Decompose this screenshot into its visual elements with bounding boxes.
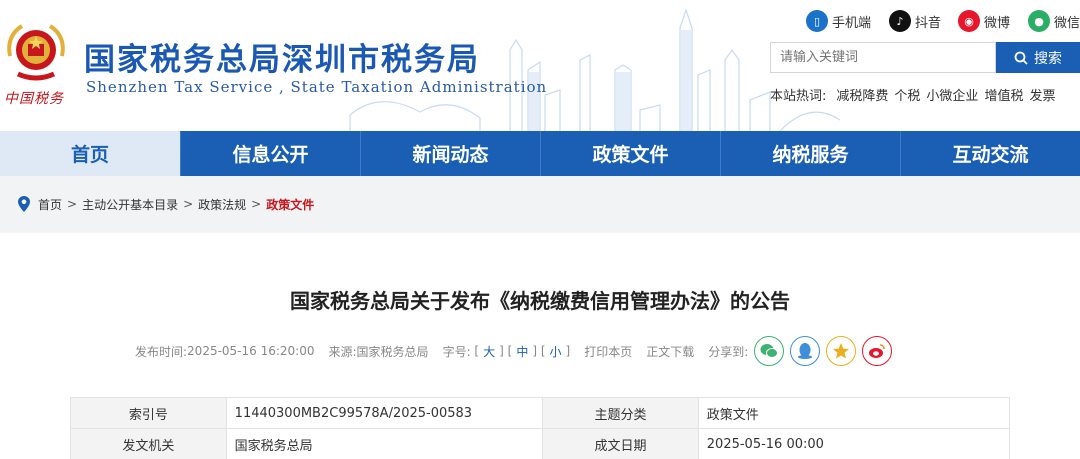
table-row: 发文机关 国家税务总局 成文日期 2025-05-16 00:00 [70, 428, 1011, 459]
hot-word-link[interactable]: 减税降费 [836, 85, 888, 104]
mobile-icon: ▯ [806, 10, 828, 32]
print-page-link[interactable]: 打印本页 [584, 343, 632, 360]
share-qzone-button[interactable] [826, 336, 857, 366]
tax-emblem-logo [7, 24, 65, 81]
info-value: 2025-05-16 00:00 [697, 428, 1011, 459]
mobile-link[interactable]: ▯ 手机端 [806, 10, 871, 32]
breadcrumb-current[interactable]: 政策文件 [266, 196, 314, 213]
douyin-icon: ♪ [889, 10, 911, 32]
weibo-icon [869, 344, 886, 358]
font-size-small-button[interactable]: 小 [550, 343, 562, 360]
article-meta: 发布时间: 2025-05-16 16:20:00 来源: 国家税务总局 字号:… [135, 336, 893, 366]
article-title: 国家税务总局关于发布《纳税缴费信用管理办法》的公告 [290, 289, 790, 313]
emblem-caption: 中国税务 [4, 91, 64, 107]
nav-item-info-disclosure[interactable]: 信息公开 [180, 131, 360, 176]
info-label: 发文机关 [70, 428, 227, 459]
qq-icon [798, 343, 813, 359]
star-icon [833, 343, 850, 359]
site-header: 中国税务 国家税务总局深圳市税务局 Shenzhen Tax Service ,… [0, 0, 1080, 131]
breadcrumb-catalog[interactable]: 主动公开基本目录 [82, 196, 178, 213]
info-label: 索引号 [70, 397, 227, 429]
nav-item-tax-service[interactable]: 纳税服务 [720, 131, 900, 176]
douyin-link[interactable]: ♪ 抖音 [889, 10, 941, 32]
breadcrumb-separator: > [67, 197, 78, 211]
table-row: 索引号 11440300MB2C99578A/2025-00583 主题分类 政… [70, 397, 1011, 429]
share-qq-button[interactable] [790, 336, 821, 366]
search-input[interactable] [770, 42, 996, 73]
hot-word-link[interactable]: 发票 [1029, 85, 1055, 104]
share-label: 分享到: [708, 344, 749, 359]
wechat-label: 微信 [1054, 15, 1080, 31]
hot-word-link[interactable]: 增值税 [984, 85, 1023, 104]
search-button-label: 搜索 [1034, 50, 1062, 67]
breadcrumb-separator: > [251, 197, 262, 211]
breadcrumb-home[interactable]: 首页 [38, 196, 62, 213]
hot-word-link[interactable]: 个税 [894, 85, 920, 104]
font-size-large-button[interactable]: 大 [483, 343, 495, 360]
source-value: 国家税务总局 [356, 344, 429, 359]
nav-item-interaction[interactable]: 互动交流 [900, 131, 1080, 176]
share-wechat-button[interactable] [754, 336, 785, 366]
info-value: 政策文件 [697, 397, 1011, 429]
info-label: 成文日期 [542, 428, 699, 459]
wechat-icon: ● [1028, 10, 1050, 32]
download-text-link[interactable]: 正文下载 [646, 343, 694, 360]
article-panel: 国家税务总局关于发布《纳税缴费信用管理办法》的公告 发布时间: 2025-05-… [0, 233, 1080, 459]
nav-item-home[interactable]: 首页 [0, 131, 180, 176]
publish-time: 2025-05-16 16:20:00 [187, 344, 315, 358]
search-button[interactable]: 搜索 [996, 42, 1080, 73]
info-label: 主题分类 [542, 397, 699, 429]
wechat-icon [760, 344, 779, 358]
search-icon [1014, 51, 1028, 65]
publish-time-label: 发布时间: [135, 344, 188, 359]
breadcrumb: 首页 > 主动公开基本目录 > 政策法规 > 政策文件 [18, 193, 314, 215]
info-value: 国家税务总局 [225, 428, 544, 459]
hot-words-label: 本站热词: [770, 89, 827, 104]
mobile-label: 手机端 [832, 15, 872, 31]
site-subtitle: Shenzhen Tax Service , State Taxation Ad… [86, 78, 548, 96]
nav-item-policy[interactable]: 政策文件 [540, 131, 720, 176]
main-nav: 首页 信息公开 新闻动态 政策文件 纳税服务 互动交流 [0, 131, 1080, 176]
hot-word-link[interactable]: 小微企业 [926, 85, 978, 104]
douyin-label: 抖音 [915, 15, 942, 31]
site-title[interactable]: 国家税务总局深圳市税务局 [84, 34, 480, 79]
weibo-link[interactable]: ◉ 微博 [958, 10, 1010, 32]
document-info-table: 索引号 11440300MB2C99578A/2025-00583 主题分类 政… [70, 397, 1011, 459]
nav-item-news[interactable]: 新闻动态 [360, 131, 540, 176]
breadcrumb-separator: > [183, 197, 194, 211]
info-value: 11440300MB2C99578A/2025-00583 [225, 397, 544, 429]
location-pin-icon [18, 196, 30, 212]
breadcrumb-regulations[interactable]: 政策法规 [198, 196, 246, 213]
hot-words: 本站热词: 减税降费 个税 小微企业 增值税 发票 [770, 85, 1061, 104]
font-size-label: 字号: [442, 344, 471, 359]
font-size-medium-button[interactable]: 中 [516, 343, 528, 360]
share-weibo-button[interactable] [862, 336, 893, 366]
source-label: 来源: [328, 344, 357, 359]
wechat-link[interactable]: ● 微信 [1028, 10, 1080, 32]
weibo-icon: ◉ [958, 10, 980, 32]
weibo-label: 微博 [984, 15, 1011, 31]
